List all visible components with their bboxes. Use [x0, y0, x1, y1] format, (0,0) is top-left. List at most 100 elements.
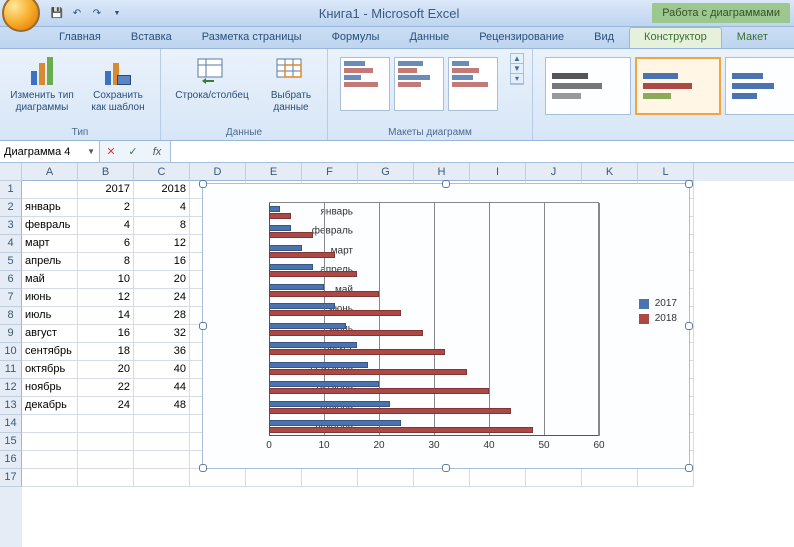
tab-chart-design[interactable]: Конструктор	[629, 27, 722, 48]
row-header[interactable]: 12	[0, 379, 22, 397]
cell[interactable]: 48	[134, 397, 190, 415]
row-header[interactable]: 6	[0, 271, 22, 289]
data-bar[interactable]	[269, 362, 368, 368]
enter-formula-icon[interactable]: ✓	[122, 145, 144, 158]
cell[interactable]: 28	[134, 307, 190, 325]
cell[interactable]: 2017	[78, 181, 134, 199]
scroll-up-icon[interactable]: ▲	[511, 54, 523, 64]
save-as-template-button[interactable]: Сохранить как шаблон	[84, 53, 152, 115]
resize-handle[interactable]	[442, 180, 450, 188]
legend-entry[interactable]: 2018	[639, 313, 677, 324]
row-header[interactable]: 5	[0, 253, 22, 271]
cell[interactable]	[78, 433, 134, 451]
resize-handle[interactable]	[199, 322, 207, 330]
row-header[interactable]: 10	[0, 343, 22, 361]
cell[interactable]: 8	[78, 253, 134, 271]
tab-view[interactable]: Вид	[579, 27, 629, 48]
plot-area[interactable]	[269, 202, 599, 436]
data-bar[interactable]	[269, 303, 335, 309]
cell[interactable]: октябрь	[22, 361, 78, 379]
column-header[interactable]: K	[582, 163, 638, 181]
cell[interactable]	[246, 469, 302, 487]
tab-data[interactable]: Данные	[394, 27, 464, 48]
name-box-dropdown-icon[interactable]: ▼	[87, 147, 95, 156]
redo-icon[interactable]: ↷	[88, 4, 106, 22]
cell[interactable]: 12	[134, 235, 190, 253]
tab-formulas[interactable]: Формулы	[317, 27, 395, 48]
column-header[interactable]: B	[78, 163, 134, 181]
name-box[interactable]: Диаграмма 4 ▼	[0, 141, 100, 162]
cell[interactable]	[134, 451, 190, 469]
undo-icon[interactable]: ↶	[68, 4, 86, 22]
cell[interactable]: 20	[78, 361, 134, 379]
cell[interactable]: 4	[78, 217, 134, 235]
cell[interactable]: 8	[134, 217, 190, 235]
row-header[interactable]: 14	[0, 415, 22, 433]
scroll-down-icon[interactable]: ▼	[511, 64, 523, 74]
cell[interactable]	[22, 433, 78, 451]
tab-page-layout[interactable]: Разметка страницы	[187, 27, 317, 48]
cell[interactable]	[78, 469, 134, 487]
column-header[interactable]: I	[470, 163, 526, 181]
chart-layout-2[interactable]	[394, 57, 444, 111]
resize-handle[interactable]	[442, 464, 450, 472]
cell[interactable]	[22, 415, 78, 433]
tab-review[interactable]: Рецензирование	[464, 27, 579, 48]
chart-style-2[interactable]	[635, 57, 721, 115]
cell[interactable]: 2	[78, 199, 134, 217]
row-header[interactable]: 16	[0, 451, 22, 469]
data-bar[interactable]	[269, 369, 467, 375]
row-header[interactable]: 4	[0, 235, 22, 253]
cells-grid[interactable]: 20172018январь24февраль48март612апрель81…	[22, 181, 694, 547]
data-bar[interactable]	[269, 225, 291, 231]
row-header[interactable]: 9	[0, 325, 22, 343]
data-bar[interactable]	[269, 213, 291, 219]
cell[interactable]: 32	[134, 325, 190, 343]
select-data-button[interactable]: Выбрать данные	[263, 53, 319, 115]
column-header[interactable]: L	[638, 163, 694, 181]
data-bar[interactable]	[269, 381, 379, 387]
data-bar[interactable]	[269, 408, 511, 414]
cell[interactable]: 36	[134, 343, 190, 361]
change-chart-type-button[interactable]: Изменить тип диаграммы	[8, 53, 76, 115]
data-bar[interactable]	[269, 310, 401, 316]
cell[interactable]: сентябрь	[22, 343, 78, 361]
column-header[interactable]: F	[302, 163, 358, 181]
cell[interactable]: май	[22, 271, 78, 289]
data-bar[interactable]	[269, 427, 533, 433]
select-all-corner[interactable]	[0, 163, 22, 181]
formula-input[interactable]	[171, 141, 794, 162]
row-header[interactable]: 3	[0, 217, 22, 235]
chart-layout-1[interactable]	[340, 57, 390, 111]
resize-handle[interactable]	[199, 180, 207, 188]
column-header[interactable]: E	[246, 163, 302, 181]
tab-home[interactable]: Главная	[44, 27, 116, 48]
cell[interactable]: 10	[78, 271, 134, 289]
chart-style-3[interactable]	[725, 57, 794, 115]
cell[interactable]: август	[22, 325, 78, 343]
cell[interactable]: 16	[134, 253, 190, 271]
cell[interactable]: 16	[78, 325, 134, 343]
cell[interactable]: 6	[78, 235, 134, 253]
cell[interactable]	[470, 469, 526, 487]
cell[interactable]	[78, 451, 134, 469]
layouts-gallery-scroll[interactable]: ▲▼▾	[510, 53, 524, 85]
data-bar[interactable]	[269, 323, 346, 329]
cancel-formula-icon[interactable]: ✕	[100, 145, 122, 158]
cell[interactable]	[22, 181, 78, 199]
column-header[interactable]: G	[358, 163, 414, 181]
cell[interactable]: 44	[134, 379, 190, 397]
data-bar[interactable]	[269, 271, 357, 277]
data-bar[interactable]	[269, 232, 313, 238]
column-header[interactable]: A	[22, 163, 78, 181]
column-header[interactable]: H	[414, 163, 470, 181]
chart-layout-3[interactable]	[448, 57, 498, 111]
cell[interactable]: 22	[78, 379, 134, 397]
cell[interactable]	[134, 415, 190, 433]
row-header[interactable]: 2	[0, 199, 22, 217]
switch-row-column-button[interactable]: Строка/столбец	[169, 53, 255, 104]
cell[interactable]: 24	[78, 397, 134, 415]
data-bar[interactable]	[269, 264, 313, 270]
cell[interactable]: 12	[78, 289, 134, 307]
cell[interactable]	[78, 415, 134, 433]
